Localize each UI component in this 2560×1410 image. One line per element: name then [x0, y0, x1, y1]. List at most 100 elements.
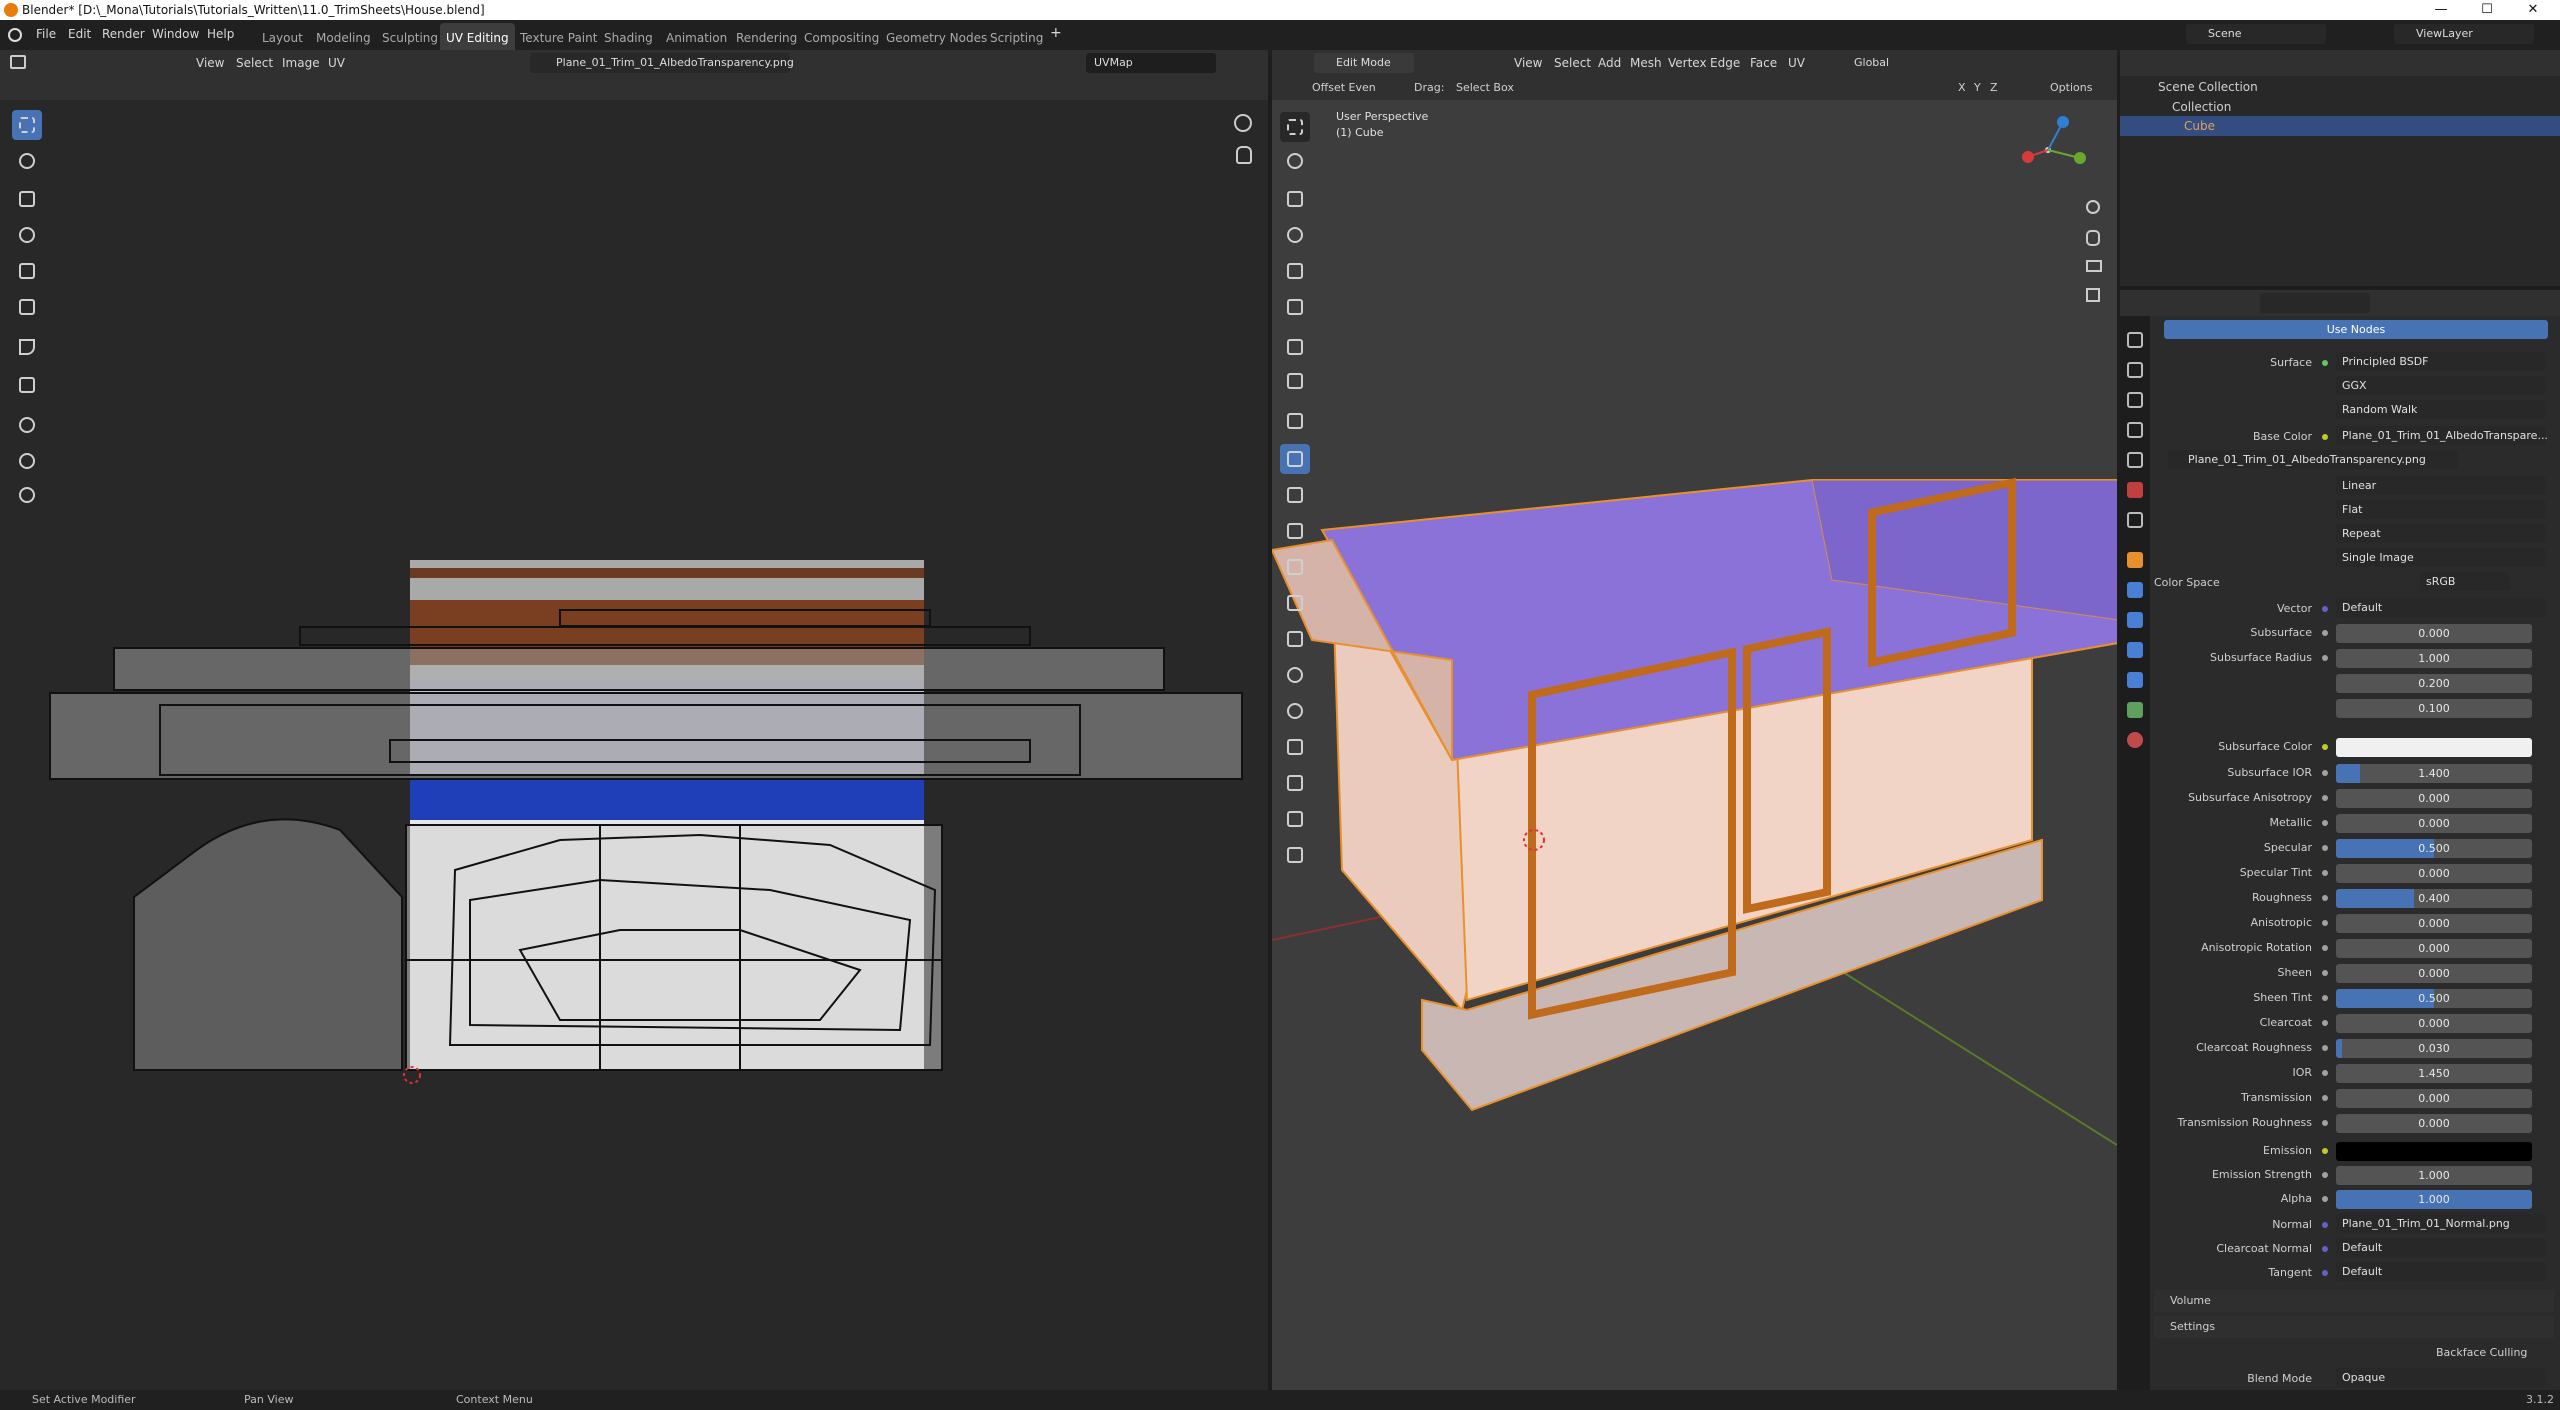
minimize-button[interactable]: —	[2418, 0, 2464, 20]
options-dropdown[interactable]: Options	[2050, 81, 2092, 94]
tool-tab-icon[interactable]	[2127, 332, 2143, 348]
editor-type-icon[interactable]	[10, 55, 26, 69]
settings-panel[interactable]: Settings	[2154, 1316, 2554, 1338]
tab-animation[interactable]: Animation	[660, 23, 733, 53]
alpha-row[interactable]: Alpha 1.000	[2150, 1188, 2560, 1210]
maximize-button[interactable]: ☐	[2464, 0, 2510, 20]
tab-texture-paint[interactable]: Texture Paint	[514, 23, 603, 53]
grid-icon[interactable]	[2086, 288, 2100, 302]
vp-cursor-tool-button[interactable]	[1280, 146, 1310, 176]
3d-viewport[interactable]: User Perspective (1) Cube	[1272, 100, 2117, 1390]
camera-icon[interactable]	[2086, 260, 2102, 272]
properties-search-input[interactable]	[2260, 293, 2370, 313]
distribution-select[interactable]: GGX	[2150, 376, 2560, 398]
vp-poly-build-tool-button[interactable]	[1280, 624, 1310, 654]
tab-compositing[interactable]: Compositing	[798, 23, 885, 53]
param-slider[interactable]: 0.200	[2336, 674, 2532, 693]
vp-edge-slide-tool-button[interactable]	[1280, 732, 1310, 762]
constraints-tab-icon[interactable]	[2127, 672, 2143, 688]
tab-layout[interactable]: Layout	[256, 23, 309, 53]
drag-selector[interactable]: Select Box	[1456, 81, 1514, 94]
param-row[interactable]: 0.200	[2150, 672, 2560, 694]
tab-uv-editing[interactable]: UV Editing	[440, 23, 515, 53]
projection-select[interactable]: Flat	[2150, 500, 2560, 522]
color-space-row[interactable]: Color Space sRGB	[2150, 572, 2560, 594]
cube-row[interactable]: Cube	[2120, 116, 2560, 136]
object-tab-icon[interactable]	[2127, 552, 2143, 568]
modifier-tab-icon[interactable]	[2127, 582, 2143, 598]
blender-menu-icon[interactable]	[8, 28, 22, 42]
scene-selector[interactable]: Scene	[2186, 24, 2326, 44]
param-row[interactable]: 0.100	[2150, 697, 2560, 719]
collection-item[interactable]: Collection	[2172, 100, 2231, 114]
view-layer-tab-icon[interactable]	[2127, 422, 2143, 438]
particles-tab-icon[interactable]	[2127, 612, 2143, 628]
normal-row[interactable]: Normal Plane_01_Trim_01_Normal.png	[2150, 1214, 2560, 1236]
param-row[interactable]: Subsurface IOR 1.400	[2150, 762, 2560, 784]
param-row[interactable]: IOR 1.450	[2150, 1062, 2560, 1084]
data-tab-icon[interactable]	[2127, 702, 2143, 718]
uv-menu-view[interactable]: View	[196, 56, 224, 70]
param-slider[interactable]: 0.000	[2336, 964, 2532, 983]
interpolation-select[interactable]: Linear	[2150, 476, 2560, 498]
base-color-row[interactable]: Base Color Plane_01_Trim_01_AlbedoTranspa…	[2150, 426, 2560, 448]
param-row[interactable]: Specular 0.500	[2150, 837, 2560, 859]
param-row[interactable]: Clearcoat 0.000	[2150, 1012, 2560, 1034]
vp-menu-uv[interactable]: UV	[1788, 56, 1805, 70]
tab-shading[interactable]: Shading	[598, 23, 659, 53]
vp-menu-edge[interactable]: Edge	[1710, 56, 1740, 70]
param-slider[interactable]: 0.000	[2336, 1089, 2532, 1108]
subsurface-color-row[interactable]: Subsurface Color	[2150, 736, 2560, 758]
pan-hand-icon[interactable]	[2086, 230, 2100, 246]
image-block-row[interactable]: Plane_01_Trim_01_AlbedoTransparency.png	[2150, 450, 2560, 472]
emission-strength-row[interactable]: Emission Strength 1.000	[2150, 1164, 2560, 1186]
vp-bevel-tool-button[interactable]	[1280, 516, 1310, 546]
extension-select[interactable]: Repeat	[2150, 524, 2560, 546]
param-row[interactable]: Metallic 0.000	[2150, 812, 2560, 834]
vp-annotate-tool-button[interactable]	[1280, 332, 1310, 362]
collection-tab-icon[interactable]	[2127, 512, 2143, 528]
param-row[interactable]: Clearcoat Roughness 0.030	[2150, 1037, 2560, 1059]
menu-help[interactable]: Help	[207, 27, 234, 41]
vp-menu-add[interactable]: Add	[1598, 56, 1621, 70]
vp-menu-vertex[interactable]: Vertex	[1668, 56, 1707, 70]
uv-editor-canvas[interactable]	[0, 100, 1268, 1390]
vp-add-cube-tool-button[interactable]	[1280, 406, 1310, 436]
param-slider[interactable]: 1.000	[2336, 649, 2532, 668]
scene-collection-label[interactable]: Scene Collection	[2158, 80, 2258, 94]
vp-inset-tool-button[interactable]	[1280, 480, 1310, 510]
param-row[interactable]: Sheen 0.000	[2150, 962, 2560, 984]
param-slider[interactable]: 0.000	[2336, 814, 2532, 833]
param-row[interactable]: Subsurface Anisotropy 0.000	[2150, 787, 2560, 809]
uv-map-selector[interactable]: UVMap	[1086, 53, 1216, 73]
param-row[interactable]: Subsurface 0.000	[2150, 622, 2560, 644]
menu-window[interactable]: Window	[152, 27, 199, 41]
tab-sculpting[interactable]: Sculpting	[376, 23, 444, 53]
orientation-selector[interactable]: Global	[1832, 53, 1912, 73]
vp-loop-cut-tool-button[interactable]	[1280, 552, 1310, 582]
vp-rotate-tool-button[interactable]	[1280, 220, 1310, 250]
image-selector[interactable]: Plane_01_Trim_01_AlbedoTransparency.png	[530, 53, 794, 73]
param-row[interactable]: Subsurface Radius 1.000	[2150, 647, 2560, 669]
param-slider[interactable]: 0.500	[2336, 839, 2532, 858]
mirror-y-toggle[interactable]: Y	[1974, 81, 1981, 94]
tab-rendering[interactable]: Rendering	[730, 23, 803, 53]
blend-mode-row[interactable]: Blend Mode Opaque	[2150, 1368, 2560, 1390]
param-row[interactable]: Transmission 0.000	[2150, 1087, 2560, 1109]
navigation-gizmo[interactable]	[2018, 112, 2092, 186]
menu-file[interactable]: File	[36, 27, 56, 41]
uv-menu-uv[interactable]: UV	[328, 56, 345, 70]
add-workspace-icon[interactable]: +	[1050, 25, 1062, 41]
param-slider[interactable]: 0.000	[2336, 914, 2532, 933]
param-slider[interactable]: 0.000	[2336, 1114, 2532, 1133]
param-slider[interactable]: 0.000	[2336, 1014, 2532, 1033]
material-tab-icon[interactable]	[2127, 732, 2143, 748]
param-row[interactable]: Sheen Tint 0.500	[2150, 987, 2560, 1009]
tab-modeling[interactable]: Modeling	[310, 23, 377, 53]
vp-select-tool-button[interactable]	[1280, 112, 1310, 142]
offset-even-checkbox[interactable]: Offset Even	[1312, 81, 1376, 94]
emission-row[interactable]: Emission	[2150, 1140, 2560, 1162]
source-select[interactable]: Single Image	[2150, 548, 2560, 570]
mirror-x-toggle[interactable]: X	[1958, 81, 1966, 94]
mirror-z-toggle[interactable]: Z	[1990, 81, 1998, 94]
